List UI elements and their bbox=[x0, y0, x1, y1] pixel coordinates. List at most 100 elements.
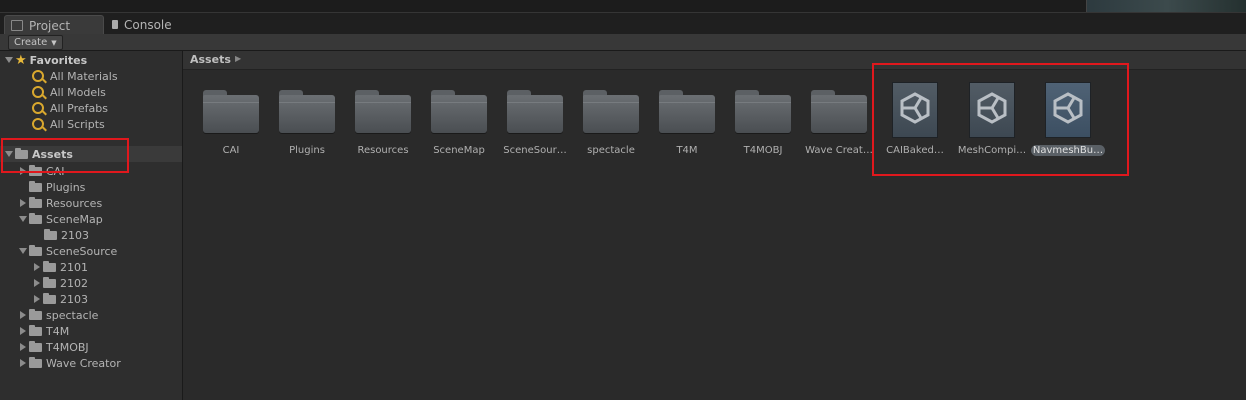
search-icon bbox=[32, 70, 44, 82]
tree-item-label: Plugins bbox=[46, 180, 86, 194]
folder-icon bbox=[29, 324, 42, 336]
tree-item-resources[interactable]: Resources bbox=[20, 195, 102, 211]
folder-icon bbox=[735, 90, 791, 133]
grid-folder-wave-creator[interactable]: Wave Creat… bbox=[804, 84, 874, 160]
tree-item-label: spectacle bbox=[46, 308, 99, 322]
tab-label: Console bbox=[124, 17, 172, 32]
breadcrumb-assets[interactable]: Assets bbox=[190, 53, 231, 66]
grid-asset-caibaked[interactable]: CAIBaked… bbox=[880, 82, 950, 158]
grid-item-label: SceneSour… bbox=[503, 145, 567, 156]
expand-arrow-icon[interactable] bbox=[19, 216, 27, 222]
expand-arrow-icon[interactable] bbox=[19, 248, 27, 254]
expand-arrow-icon[interactable] bbox=[20, 359, 26, 367]
favorite-item[interactable]: All Prefabs bbox=[32, 100, 108, 116]
tree-assets-root[interactable]: Assets bbox=[0, 146, 182, 162]
favorite-item[interactable]: All Materials bbox=[32, 68, 118, 84]
expand-arrow-icon[interactable] bbox=[20, 311, 26, 319]
console-icon bbox=[112, 20, 118, 29]
tree-item-label: T4MOBJ bbox=[46, 340, 89, 354]
folder-icon bbox=[29, 356, 42, 368]
folder-icon bbox=[583, 90, 639, 133]
expand-arrow-icon[interactable] bbox=[20, 343, 26, 351]
chevron-down-icon: ▼ bbox=[51, 39, 57, 47]
chevron-right-icon: ▶ bbox=[235, 54, 242, 63]
search-icon bbox=[32, 102, 44, 114]
folder-icon bbox=[15, 147, 28, 159]
grid-item-label: T4M bbox=[676, 145, 698, 156]
tree-favorites[interactable]: ★ Favorites bbox=[5, 52, 87, 68]
favorites-label: Favorites bbox=[29, 53, 88, 67]
grid-item-label: Resources bbox=[357, 145, 409, 156]
grid-folder-t4m[interactable]: T4M bbox=[652, 84, 722, 160]
expand-arrow-icon[interactable] bbox=[5, 151, 13, 157]
favorite-item[interactable]: All Models bbox=[32, 84, 106, 100]
expand-arrow-icon[interactable] bbox=[5, 57, 13, 63]
tree-item-spectacle[interactable]: spectacle bbox=[20, 307, 98, 323]
grid-folder-t4mobj[interactable]: T4MOBJ bbox=[728, 84, 798, 160]
tab-row bbox=[0, 12, 1246, 35]
folder-icon bbox=[43, 276, 56, 288]
breadcrumb: Assets ▶ bbox=[183, 51, 1246, 70]
search-icon bbox=[32, 118, 44, 130]
folder-icon bbox=[431, 90, 487, 133]
tree-item-label: SceneSource bbox=[46, 244, 118, 258]
tree-item-wave-creator[interactable]: Wave Creator bbox=[20, 355, 121, 371]
grid-folder-scenemap[interactable]: SceneMap bbox=[424, 84, 494, 160]
assets-label: Assets bbox=[32, 147, 73, 161]
tree-item-label: 2103 bbox=[61, 228, 89, 242]
tab-console[interactable]: Console bbox=[106, 15, 178, 34]
tree-item-label: Wave Creator bbox=[46, 356, 121, 370]
tree-item-2103[interactable]: 2103 bbox=[34, 291, 88, 307]
project-toolbar bbox=[0, 34, 1246, 51]
grid-asset-meshcompi[interactable]: MeshCompi… bbox=[957, 82, 1027, 158]
search-icon bbox=[32, 86, 44, 98]
tree-item-label: CAI bbox=[46, 164, 65, 178]
expand-arrow-icon[interactable] bbox=[20, 327, 26, 335]
grid-item-label: spectacle bbox=[587, 145, 635, 156]
favorite-label: All Models bbox=[50, 85, 106, 99]
folder-icon bbox=[29, 196, 42, 208]
grid-folder-cai[interactable]: CAI bbox=[196, 84, 266, 160]
tree-item-scenesource[interactable]: SceneSource bbox=[19, 243, 117, 259]
folder-icon bbox=[811, 90, 867, 133]
star-icon: ★ bbox=[15, 52, 27, 68]
folder-icon bbox=[659, 90, 715, 133]
grid-item-label: Wave Creat… bbox=[805, 145, 873, 156]
tree-item-2101[interactable]: 2101 bbox=[34, 259, 88, 275]
expand-arrow-icon[interactable] bbox=[34, 279, 40, 287]
tree-item-t4mobj[interactable]: T4MOBJ bbox=[20, 339, 89, 355]
grid-folder-spectacle[interactable]: spectacle bbox=[576, 84, 646, 160]
grid-folder-resources[interactable]: Resources bbox=[348, 84, 418, 160]
expand-arrow-icon[interactable] bbox=[34, 263, 40, 271]
expand-arrow-icon[interactable] bbox=[20, 167, 26, 175]
tree-item-cai[interactable]: CAI bbox=[20, 163, 64, 179]
folder-icon bbox=[355, 90, 411, 133]
tree-item-label: 2101 bbox=[60, 260, 88, 274]
grid-item-label-selected: NavmeshBu… bbox=[1031, 145, 1105, 156]
tree-item-plugins[interactable]: Plugins bbox=[29, 179, 85, 195]
favorite-label: All Scripts bbox=[50, 117, 105, 131]
grid-item-label: Plugins bbox=[289, 145, 325, 156]
tab-label: Project bbox=[29, 18, 71, 33]
tab-project[interactable]: Project bbox=[4, 15, 104, 35]
favorite-label: All Materials bbox=[50, 69, 118, 83]
tree-item-label: 2103 bbox=[60, 292, 88, 306]
create-dropdown-button[interactable]: Create ▼ bbox=[8, 35, 63, 50]
folder-icon bbox=[29, 164, 42, 176]
tree-item-t4m[interactable]: T4M bbox=[20, 323, 69, 339]
grid-folder-plugins[interactable]: Plugins bbox=[272, 84, 342, 160]
folder-icon bbox=[507, 90, 563, 133]
folder-icon bbox=[29, 308, 42, 320]
tree-item-2102[interactable]: 2102 bbox=[34, 275, 88, 291]
tree-item-label: 2102 bbox=[60, 276, 88, 290]
tree-item-2103[interactable]: 2103 bbox=[44, 227, 89, 243]
expand-arrow-icon[interactable] bbox=[34, 295, 40, 303]
unity-scene-icon bbox=[1045, 82, 1091, 138]
favorite-item[interactable]: All Scripts bbox=[32, 116, 105, 132]
grid-asset-navmeshbu[interactable]: NavmeshBu… bbox=[1031, 82, 1105, 158]
expand-arrow-icon[interactable] bbox=[20, 199, 26, 207]
folder-icon bbox=[29, 180, 42, 192]
tree-item-scenemap[interactable]: SceneMap bbox=[19, 211, 103, 227]
tree-item-label: Resources bbox=[46, 196, 103, 210]
grid-folder-scenesource[interactable]: SceneSour… bbox=[500, 84, 570, 160]
